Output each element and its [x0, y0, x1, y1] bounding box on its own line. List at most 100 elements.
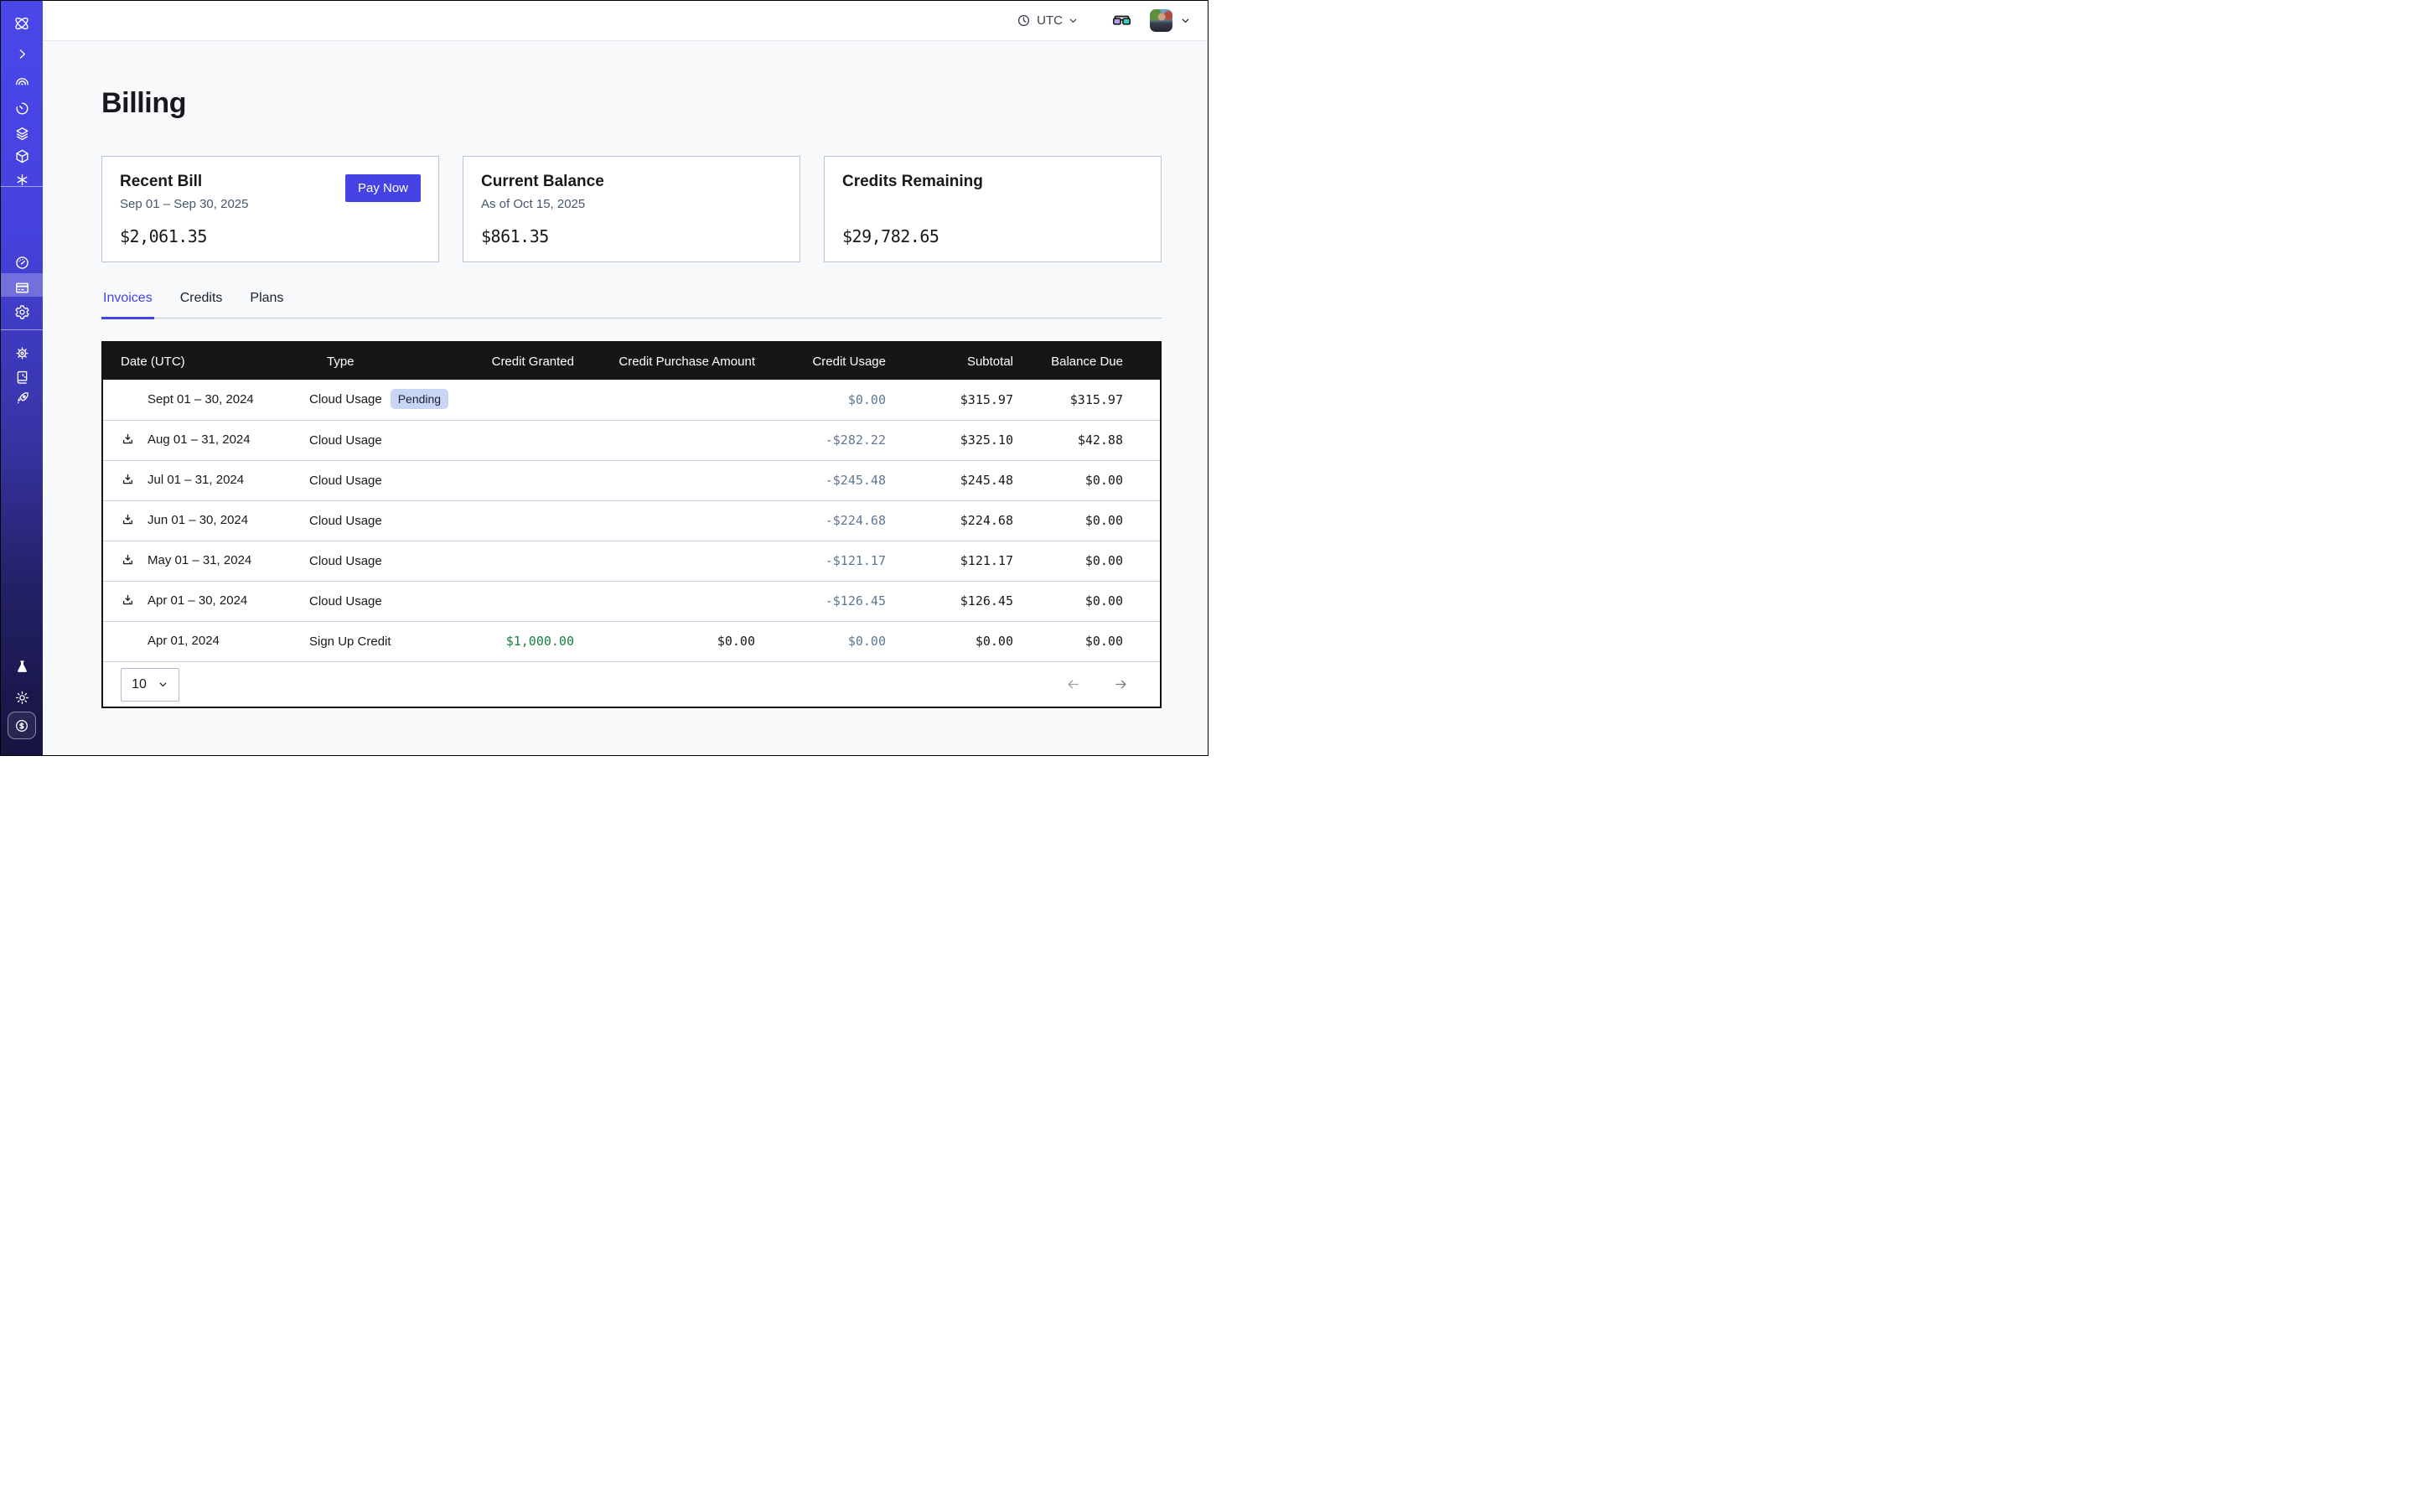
spiral-eye-icon[interactable] — [1, 73, 43, 93]
column-header: Date (UTC) — [103, 343, 309, 380]
balance-due-value: $0.00 — [1013, 621, 1160, 661]
column-header: Credit Purchase Amount — [574, 343, 755, 380]
credit-purchase-value — [574, 500, 755, 541]
page-size-value: 10 — [132, 677, 147, 692]
credit-purchase-value — [574, 460, 755, 500]
credit-purchase-value — [574, 581, 755, 621]
column-header: Credit Usage — [755, 343, 886, 380]
invoice-date: Jun 01 – 30, 2024 — [148, 513, 248, 527]
invoice-type: Cloud Usage — [309, 594, 382, 608]
recent-bill-card: Recent Bill Sep 01 – Sep 30, 2025 $2,061… — [101, 156, 439, 262]
sidebar — [1, 1, 43, 755]
page-title: Billing — [101, 87, 1162, 120]
docs-book-icon[interactable] — [1, 366, 43, 386]
credit-usage-value: $0.00 — [755, 621, 886, 661]
flask-icon[interactable] — [1, 656, 43, 676]
invoice-type: Cloud Usage — [309, 433, 382, 448]
chevron-right-icon[interactable] — [1, 44, 43, 64]
timer-icon[interactable] — [1, 98, 43, 118]
table-header-row: Date (UTC)TypeCredit GrantedCredit Purch… — [103, 343, 1160, 380]
credit-granted-value: $1,000.00 — [457, 621, 574, 661]
pay-now-button[interactable]: Pay Now — [345, 174, 421, 202]
subtotal-value: $121.17 — [886, 541, 1013, 581]
tab-plans[interactable]: Plans — [248, 291, 285, 319]
next-page-button[interactable] — [1112, 677, 1130, 691]
invoice-date: May 01 – 31, 2024 — [148, 553, 251, 567]
user-avatar[interactable] — [1150, 9, 1172, 32]
balance-due-value: $42.88 — [1013, 420, 1160, 460]
main-area: Billing Recent Bill Sep 01 – Sep 30, 202… — [43, 41, 1208, 755]
current-balance-amount: $861.35 — [481, 226, 549, 246]
table-row: Jun 01 – 30, 2024 Cloud Usage -$224.68 $… — [103, 500, 1160, 541]
subtotal-value: $315.97 — [886, 380, 1013, 420]
subtotal-value: $224.68 — [886, 500, 1013, 541]
subtotal-value: $245.48 — [886, 460, 1013, 500]
invoice-date: Apr 01 – 30, 2024 — [148, 593, 247, 608]
credit-usage-value: -$282.22 — [755, 420, 886, 460]
prev-page-button[interactable] — [1064, 677, 1082, 691]
tab-invoices[interactable]: Invoices — [101, 291, 154, 319]
status-badge: Pending — [391, 389, 448, 409]
subtotal-value: $325.10 — [886, 420, 1013, 460]
credit-granted-value — [457, 541, 574, 581]
credit-usage-value: -$121.17 — [755, 541, 886, 581]
invoice-type: Cloud Usage — [309, 514, 382, 528]
gear-icon[interactable] — [1, 302, 43, 322]
table-row: Sept 01 – 30, 2024 Cloud UsagePending $0… — [103, 380, 1160, 420]
subtotal-value: $0.00 — [886, 621, 1013, 661]
timezone-selector[interactable]: UTC — [1017, 13, 1079, 28]
summary-cards: Recent Bill Sep 01 – Sep 30, 2025 $2,061… — [101, 156, 1162, 262]
download-invoice-icon[interactable] — [121, 432, 139, 448]
balance-due-value: $315.97 — [1013, 380, 1160, 420]
column-header: Type — [309, 343, 457, 380]
balance-due-value: $0.00 — [1013, 460, 1160, 500]
app-window: UTC Billing Recent Bill Sep 01 – Sep 30 — [0, 0, 1208, 756]
credits-remaining-card: Credits Remaining $29,782.65 — [824, 156, 1162, 262]
download-invoice-icon[interactable] — [121, 593, 139, 608]
credit-purchase-value — [574, 420, 755, 460]
tab-credits[interactable]: Credits — [179, 291, 225, 319]
orbit-logo-icon[interactable] — [1, 13, 43, 34]
topbar: UTC — [43, 1, 1208, 41]
balance-due-value: $0.00 — [1013, 500, 1160, 541]
sidebar-divider — [1, 329, 43, 330]
invoice-type: Cloud Usage — [309, 392, 382, 406]
timezone-label: UTC — [1037, 13, 1063, 28]
tabs: Invoices Credits Plans — [101, 291, 1162, 318]
chevron-down-icon[interactable] — [1180, 15, 1191, 26]
invoice-date: Jul 01 – 31, 2024 — [148, 473, 244, 487]
download-invoice-icon[interactable] — [121, 473, 139, 488]
download-invoice-icon[interactable] — [121, 513, 139, 528]
balance-as-of: As of Oct 15, 2025 — [481, 197, 782, 211]
credit-purchase-value: $0.00 — [574, 621, 755, 661]
credit-usage-value: $0.00 — [755, 380, 886, 420]
column-header: Credit Granted — [457, 343, 574, 380]
credit-granted-value — [457, 420, 574, 460]
page-size-select[interactable]: 10 — [121, 668, 179, 702]
rocket-icon[interactable] — [1, 388, 43, 408]
invoice-date: Aug 01 – 31, 2024 — [148, 432, 251, 447]
column-header: Balance Due — [1013, 343, 1160, 380]
credit-usage-value: -$245.48 — [755, 460, 886, 500]
chevron-down-icon — [1068, 15, 1079, 26]
clock-icon — [1017, 13, 1031, 28]
credit-purchase-value — [574, 541, 755, 581]
chevron-down-icon — [158, 679, 168, 690]
credit-granted-value — [457, 380, 574, 420]
credit-granted-value — [457, 500, 574, 541]
current-balance-card: Current Balance As of Oct 15, 2025 $861.… — [463, 156, 800, 262]
table-row: Aug 01 – 31, 2024 Cloud Usage -$282.22 $… — [103, 420, 1160, 460]
helm-wheel-icon[interactable] — [1, 343, 43, 363]
cube-icon[interactable] — [1, 146, 43, 166]
download-invoice-icon[interactable] — [121, 553, 139, 568]
billing-card-icon[interactable] — [1, 277, 43, 298]
sun-icon[interactable] — [1, 687, 43, 707]
invoices-table: Date (UTC)TypeCredit GrantedCredit Purch… — [103, 343, 1160, 661]
credit-purchase-value — [574, 380, 755, 420]
dollar-badge-icon[interactable] — [8, 712, 36, 739]
3d-glasses-icon[interactable] — [1112, 13, 1131, 28]
invoice-type: Cloud Usage — [309, 474, 382, 488]
layers-icon[interactable] — [1, 123, 43, 143]
card-title: Current Balance — [481, 173, 782, 191]
gauge-icon[interactable] — [1, 252, 43, 272]
